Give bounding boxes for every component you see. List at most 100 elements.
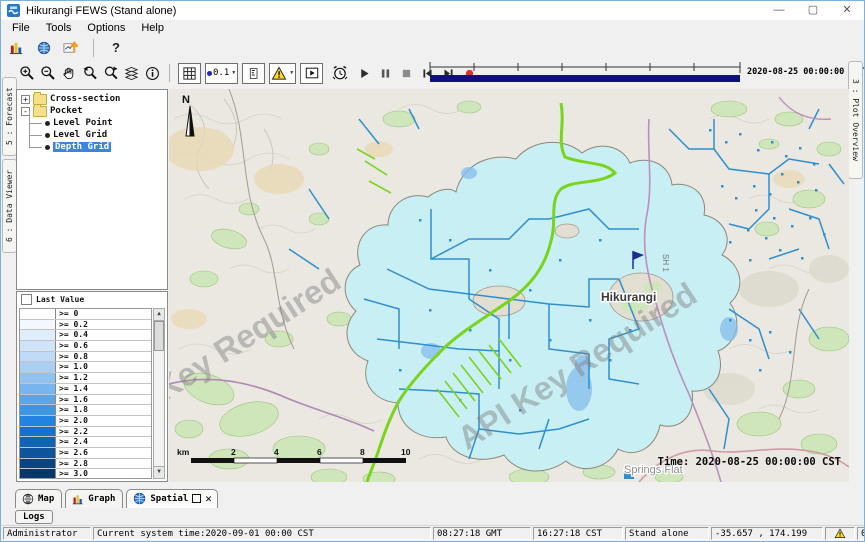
tab-plot-overview-label: 3 : Plot Overview: [851, 79, 860, 161]
status-coordinates: -35.657 , 174.199: [711, 527, 823, 540]
status-user: Administrator: [3, 527, 91, 540]
timeline-slider[interactable]: [428, 61, 742, 85]
zoom-out-icon[interactable]: [37, 63, 58, 84]
legend-swatch: [20, 362, 56, 372]
legend-row[interactable]: >= 3.0: [20, 469, 151, 479]
application-window: Hikurangi FEWS (Stand alone) — ▢ ✕ File …: [0, 0, 865, 542]
bullet-icon: [45, 133, 50, 138]
animation-movie-button[interactable]: [300, 63, 323, 84]
help-icon[interactable]: ?: [106, 40, 126, 55]
layers-icon[interactable]: [121, 63, 142, 84]
app-logo-icon: [7, 4, 20, 17]
tab-close-icon[interactable]: ✕: [205, 495, 212, 502]
legend-row[interactable]: >= 0: [20, 309, 151, 320]
tab-maximize-icon[interactable]: [192, 494, 201, 503]
info-icon[interactable]: [142, 63, 163, 84]
legend-row[interactable]: >= 1.6: [20, 395, 151, 406]
legend-row[interactable]: >= 0.8: [20, 352, 151, 363]
legend-row[interactable]: >= 2.0: [20, 416, 151, 427]
title-bar[interactable]: Hikurangi FEWS (Stand alone) — ▢ ✕: [1, 1, 864, 20]
thresholds-dropdown[interactable]: ▼: [269, 63, 296, 84]
tab-spatial[interactable]: Spatial ✕: [126, 489, 218, 508]
status-mode: Stand alone: [625, 527, 709, 540]
map-time-overlay: Time: 2020-08-25 00:00:00 CST: [658, 456, 841, 468]
globe-blue-icon: [133, 492, 146, 505]
zoom-previous-icon[interactable]: [79, 63, 100, 84]
road-label: SH 1: [661, 254, 670, 272]
scroll-down-icon[interactable]: ▼: [154, 466, 164, 478]
close-button[interactable]: ✕: [830, 1, 864, 20]
legend-row[interactable]: >= 1.4: [20, 384, 151, 395]
tree-label: Pocket: [50, 106, 83, 116]
tree-item-depth-grid[interactable]: Depth Grid: [17, 141, 167, 153]
last-value-label: Last Value: [36, 295, 84, 304]
layers-tree-panel: + Cross-section - Pocket Level Point Lev…: [16, 89, 168, 290]
class-scale-dropdown[interactable]: 0.1 ▼: [205, 63, 238, 84]
tree-item-pocket[interactable]: - Pocket: [17, 105, 167, 117]
stop-button[interactable]: [396, 63, 417, 84]
menu-tools[interactable]: Tools: [38, 21, 80, 36]
tab-plot-overview[interactable]: 3 : Plot Overview: [848, 61, 863, 179]
explorer-barchart-icon[interactable]: [6, 37, 27, 58]
tab-map[interactable]: Map: [15, 489, 62, 508]
timeseries-chart-icon[interactable]: [60, 37, 81, 58]
scrollbar-thumb[interactable]: [154, 321, 164, 351]
legend-row[interactable]: >= 0.4: [20, 330, 151, 341]
legend-panel: Last Value >= 0 >= 0.2 >= 0.4 >= 0.6 >= …: [16, 291, 168, 482]
pause-button[interactable]: [375, 63, 396, 84]
legend-row[interactable]: >= 0.2: [20, 320, 151, 331]
logs-button[interactable]: Logs: [15, 510, 53, 524]
minimize-button[interactable]: —: [762, 1, 796, 20]
legend-swatch: [20, 427, 56, 437]
status-warning-icon[interactable]: [825, 527, 855, 540]
play-button[interactable]: [354, 63, 375, 84]
tab-graph[interactable]: Graph: [65, 489, 123, 508]
tab-forecast[interactable]: 5 : Forecast: [2, 77, 17, 156]
legend-scrollbar[interactable]: ▲ ▼: [153, 308, 165, 479]
legend-row[interactable]: >= 0.6: [20, 341, 151, 352]
zoom-in-icon[interactable]: [16, 63, 37, 84]
legend-row[interactable]: >= 1.0: [20, 362, 151, 373]
menu-help[interactable]: Help: [133, 21, 172, 36]
legend-swatch: [20, 416, 56, 426]
legend-row[interactable]: >= 1.2: [20, 373, 151, 384]
pan-hand-icon[interactable]: [58, 63, 79, 84]
zoom-next-icon[interactable]: [100, 63, 121, 84]
tab-spatial-label: Spatial: [150, 494, 188, 504]
town-label: Hikurangi: [601, 290, 656, 304]
status-network-speed: 0.0 MB/s: [857, 527, 865, 540]
grid-display-button[interactable]: [178, 63, 201, 84]
menu-file[interactable]: File: [4, 21, 38, 36]
legend-row[interactable]: >= 2.6: [20, 448, 151, 459]
map-globe-icon[interactable]: [33, 37, 54, 58]
scale-unit-label: km: [177, 447, 190, 457]
tree-label: Cross-section: [50, 94, 120, 104]
scale-tick-label: 4: [274, 447, 279, 457]
scale-tick-label: 8: [360, 447, 365, 457]
map-canvas[interactable]: API Key Required API Key Required Hikura…: [169, 89, 849, 482]
legend-row[interactable]: >= 2.4: [20, 437, 151, 448]
status-local-time: 16:27:18 CST: [533, 527, 623, 540]
scroll-up-icon[interactable]: ▲: [154, 309, 164, 321]
last-value-checkbox[interactable]: [21, 294, 32, 305]
expand-icon[interactable]: +: [21, 95, 30, 104]
legend-row[interactable]: >= 2.8: [20, 459, 151, 470]
longitudinal-profile-button[interactable]: [242, 63, 265, 84]
legend-swatch: [20, 384, 56, 394]
main-toolbar: ?: [1, 37, 864, 59]
tree-label-selected: Depth Grid: [53, 142, 111, 152]
legend-row[interactable]: >= 2.2: [20, 427, 151, 438]
legend-swatch: [20, 395, 56, 405]
north-label: N: [182, 94, 190, 106]
tab-data-viewer[interactable]: 6 : Data Viewer: [2, 159, 17, 253]
map-view[interactable]: API Key Required API Key Required Hikura…: [169, 89, 849, 482]
legend-row[interactable]: >= 1.8: [20, 405, 151, 416]
menu-options[interactable]: Options: [79, 21, 133, 36]
time-settings-icon[interactable]: [329, 63, 350, 84]
legend-swatch: [20, 459, 56, 469]
scale-tick-label: 10: [401, 447, 411, 457]
legend-swatch: [20, 309, 56, 319]
toolbar-separator: [93, 39, 94, 57]
legend-list: >= 0 >= 0.2 >= 0.4 >= 0.6 >= 0.8 >= 1.0 …: [19, 308, 152, 479]
maximize-button[interactable]: ▢: [796, 1, 830, 20]
